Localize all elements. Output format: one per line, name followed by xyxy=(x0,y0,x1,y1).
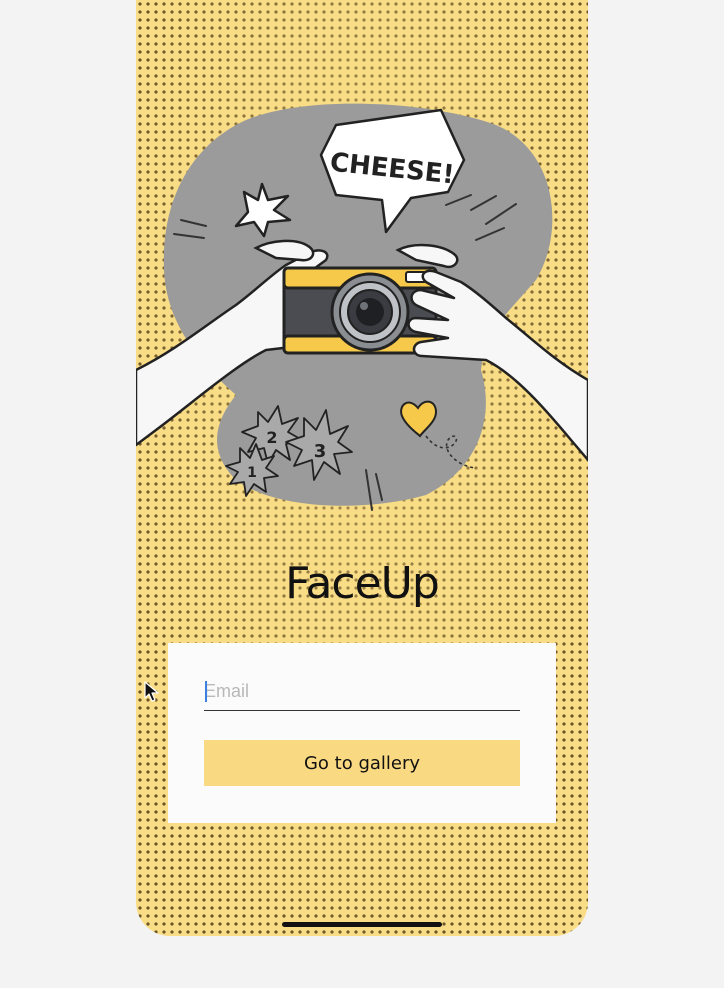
mouse-pointer-icon xyxy=(144,681,159,702)
home-indicator xyxy=(282,922,442,927)
login-card: Go to gallery xyxy=(168,643,556,823)
go-to-gallery-button[interactable]: Go to gallery xyxy=(204,740,520,786)
text-caret xyxy=(205,681,207,702)
svg-text:2: 2 xyxy=(266,428,277,447)
camera-hands-illustration: CHEESE! 2 3 1 xyxy=(136,103,588,511)
email-input[interactable] xyxy=(204,676,520,711)
svg-text:1: 1 xyxy=(247,465,257,481)
camera xyxy=(282,266,438,355)
phone-screen: CHEESE! 2 3 1 FaceUp Email Go to gallery xyxy=(136,0,588,936)
app-title: FaceUp xyxy=(285,558,440,609)
svg-text:3: 3 xyxy=(314,441,327,462)
